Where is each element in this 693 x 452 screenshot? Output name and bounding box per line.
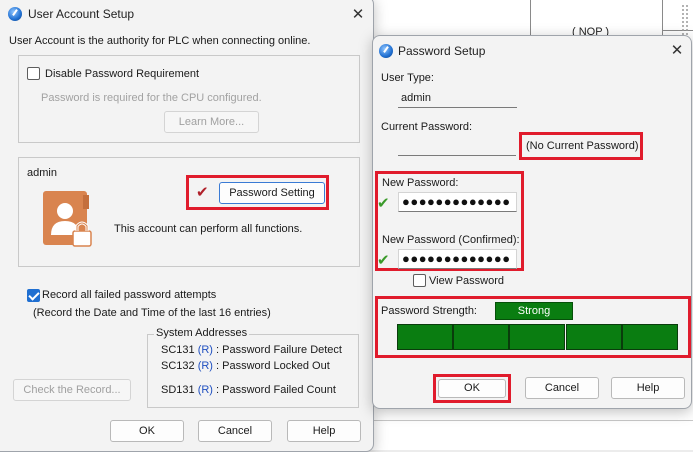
address-code: SC132 xyxy=(161,360,195,372)
window-title: Password Setup xyxy=(398,44,486,58)
close-icon[interactable]: ✕ xyxy=(667,41,687,61)
cancel-button[interactable]: Cancel xyxy=(525,377,599,399)
address-row-sc131: SC131 (R) : Password Failure Detect xyxy=(161,344,342,356)
new-password-input[interactable]: ●●●●●●●●●●●●● xyxy=(398,192,517,212)
strength-cell xyxy=(453,324,509,350)
address-description: : Password Locked Out xyxy=(216,360,330,372)
address-code: SD131 xyxy=(161,384,195,396)
password-setting-button[interactable]: Password Setting xyxy=(219,182,325,204)
close-icon[interactable]: ✕ xyxy=(348,5,368,25)
new-password-confirm-input[interactable]: ●●●●●●●●●●●●● xyxy=(398,249,517,269)
password-setup-window: Password Setup ✕ User Type: admin Curren… xyxy=(372,35,692,409)
learn-more-button[interactable]: Learn More... xyxy=(164,111,259,133)
account-name: admin xyxy=(27,167,57,179)
new-password-value: ●●●●●●●●●●●●● xyxy=(402,194,511,209)
user-lock-icon xyxy=(41,189,95,251)
strength-cell xyxy=(622,324,678,350)
valid-check-icon: ✔ xyxy=(377,252,390,269)
new-password-confirm-value: ●●●●●●●●●●●●● xyxy=(402,251,511,266)
record-attempts-subtext: (Record the Date and Time of the last 16… xyxy=(33,307,271,319)
view-password-checkbox[interactable] xyxy=(413,274,426,287)
user-type-label: User Type: xyxy=(381,72,434,84)
password-required-text: Password is required for the CPU configu… xyxy=(41,92,262,104)
address-mode: (R) xyxy=(197,384,213,396)
address-row-sc132: SC132 (R) : Password Locked Out xyxy=(161,360,330,372)
address-description: : Password Failure Detect xyxy=(216,344,342,356)
record-attempts-label: Record all failed password attempts xyxy=(42,289,217,301)
account-description: This account can perform all functions. xyxy=(114,223,303,235)
strength-cell xyxy=(566,324,622,350)
new-password-label: New Password: xyxy=(382,177,459,189)
current-password-field xyxy=(398,136,516,156)
cancel-button[interactable]: Cancel xyxy=(198,420,272,442)
record-attempts-checkbox[interactable] xyxy=(27,289,40,302)
user-type-value: admin xyxy=(401,92,431,104)
valid-check-icon: ✔ xyxy=(377,195,390,212)
ok-button[interactable]: OK xyxy=(110,420,184,442)
disable-password-label: Disable Password Requirement xyxy=(45,68,200,80)
password-strength-badge: Strong xyxy=(495,302,573,320)
intro-text: User Account is the authority for PLC wh… xyxy=(9,35,311,47)
app-icon xyxy=(379,44,393,58)
no-current-password-text: (No Current Password) xyxy=(526,140,639,152)
window-title: User Account Setup xyxy=(28,7,135,21)
ladder-grid-line xyxy=(372,420,693,421)
strength-cell xyxy=(397,324,453,350)
strength-cell xyxy=(509,324,565,350)
address-description: : Password Failed Count xyxy=(216,384,336,396)
password-setup-titlebar: Password Setup ✕ xyxy=(373,36,691,66)
address-code: SC131 xyxy=(161,344,195,356)
disable-password-checkbox[interactable] xyxy=(27,67,40,80)
app-icon xyxy=(8,7,22,21)
user-account-setup-window: User Account Setup ✕ User Account is the… xyxy=(0,0,374,452)
help-button[interactable]: Help xyxy=(287,420,361,442)
password-strength-label: Password Strength: xyxy=(381,305,477,317)
new-password-confirm-label: New Password (Confirmed): xyxy=(382,234,520,246)
check-record-button[interactable]: Check the Record... xyxy=(13,379,131,401)
ok-button[interactable]: OK xyxy=(438,379,506,398)
user-account-titlebar: User Account Setup ✕ xyxy=(0,0,373,27)
address-row-sd131: SD131 (R) : Password Failed Count xyxy=(161,384,336,396)
view-password-label: View Password xyxy=(429,275,504,287)
password-strength-meter xyxy=(397,324,678,350)
help-button[interactable]: Help xyxy=(611,377,685,399)
current-password-label: Current Password: xyxy=(381,121,473,133)
address-mode: (R) xyxy=(197,344,213,356)
check-mark-icon: ✔ xyxy=(196,184,209,201)
address-mode: (R) xyxy=(197,360,213,372)
system-addresses-title: System Addresses xyxy=(154,327,250,339)
user-type-field: admin xyxy=(398,89,517,108)
